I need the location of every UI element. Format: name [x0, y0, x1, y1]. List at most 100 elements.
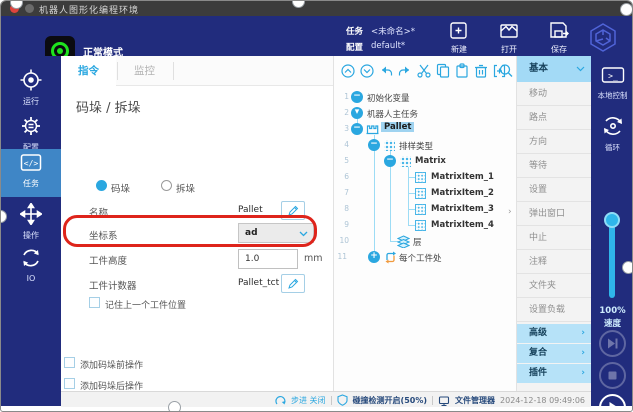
collapse-icon[interactable]: −	[351, 123, 363, 135]
status-time: 2024-12-18 09:49:06	[500, 396, 585, 405]
status-separator	[331, 396, 332, 405]
menu-item-direction[interactable]: 方向	[517, 130, 591, 154]
menu-item-move[interactable]: 移动	[517, 82, 591, 106]
collision-status[interactable]: 碰撞检测开启(50%)	[353, 395, 427, 406]
tree-row[interactable]: 每个工件处	[399, 252, 442, 264]
tree-row[interactable]: 机器人主任务	[367, 108, 418, 120]
tab-instruction[interactable]: 指令	[61, 56, 116, 86]
tree-row[interactable]: MatrixItem_4	[431, 220, 494, 230]
radio-palletize[interactable]	[96, 180, 107, 191]
tree-connector	[408, 167, 409, 225]
workpiece-height-input[interactable]: 1.0	[238, 249, 298, 269]
speed-slider-handle[interactable]	[604, 212, 620, 228]
tree-line-number: 1	[337, 92, 349, 101]
tree-row[interactable]: 初始化变量	[367, 92, 410, 104]
workpiece-height-label: 工件高度	[89, 253, 127, 267]
tree-row[interactable]: Matrix	[415, 156, 446, 166]
task-label: 任务	[346, 27, 363, 37]
radio-palletize-label[interactable]: 码垛	[111, 181, 130, 195]
speed-percent: 100%	[591, 306, 633, 316]
remember-position-label[interactable]: 记住上一个工件位置	[105, 298, 186, 311]
remember-position-checkbox[interactable]	[89, 297, 100, 308]
collapse-icon[interactable]: −	[351, 91, 363, 103]
menu-item-popup[interactable]: 弹出窗口	[517, 202, 591, 226]
chevron-right-icon: ›	[581, 364, 585, 383]
workpiece-counter-label: 工件计数器	[89, 278, 137, 292]
speed-slider-track[interactable]	[609, 216, 615, 298]
menu-group-plugin[interactable]: 插件›	[517, 364, 591, 383]
save-icon	[539, 22, 579, 40]
step-status[interactable]: 步进 关闭	[291, 395, 326, 406]
menu-item-payload[interactable]: 设置负载	[517, 298, 591, 322]
copy-icon	[438, 65, 449, 78]
file-manager-link[interactable]: 文件管理器	[455, 395, 495, 406]
minimize-icon[interactable]	[25, 4, 34, 13]
expand-icon[interactable]: ▾	[351, 107, 363, 119]
tree-row[interactable]: 层	[413, 236, 422, 248]
menu-item-set[interactable]: 设置	[517, 178, 591, 202]
menu-item-abort[interactable]: 中止	[517, 226, 591, 250]
instruction-menu-panel: 基本 移动 路点 方向 等待 设置 弹出窗口 中止 注释 文件夹 设置负载 高级…	[517, 56, 591, 391]
sidebar-item-task[interactable]: </> 任务	[1, 149, 61, 197]
loop-mode-button[interactable]: 循环	[591, 114, 633, 153]
code-window-icon: </>	[20, 153, 42, 173]
io-sync-icon	[20, 247, 42, 269]
tree-row[interactable]: MatrixItem_1	[431, 172, 494, 182]
radio-depalletize[interactable]	[161, 180, 172, 191]
new-button-label: 新建	[439, 44, 479, 55]
pre-operation-checkbox[interactable]	[64, 357, 75, 368]
sidebar-item-operate[interactable]: 操作	[1, 201, 61, 245]
matrix-item-icon	[415, 204, 426, 215]
menu-group-basic[interactable]: 基本	[517, 56, 591, 82]
status-separator	[432, 396, 433, 405]
menu-item-waypoint[interactable]: 路点	[517, 106, 591, 130]
menu-item-folder[interactable]: 文件夹	[517, 274, 591, 298]
collapse-icon[interactable]: −	[384, 155, 396, 167]
save-button[interactable]: 保存	[539, 22, 579, 55]
task-value: <未命名>*	[371, 25, 415, 37]
new-button[interactable]: 新建	[439, 22, 479, 55]
counter-edit-button[interactable]	[281, 274, 305, 293]
open-button[interactable]: 打开	[489, 22, 529, 55]
selection-handle	[620, 3, 633, 16]
tree-row[interactable]: MatrixItem_2	[431, 188, 494, 198]
sidebar-item-run[interactable]: 运行	[1, 67, 61, 111]
local-control-button[interactable]: >_ 本地控制	[591, 66, 633, 101]
sidebar-item-task-label: 任务	[1, 178, 61, 189]
pre-operation-label[interactable]: 添加码垛前操作	[80, 358, 143, 371]
expand-plus-icon[interactable]: +	[368, 251, 380, 263]
terminal-icon: >_	[601, 66, 625, 86]
menu-group-composite[interactable]: 复合›	[517, 344, 591, 363]
tree-toolbar	[341, 63, 513, 79]
matrix-item-icon	[415, 220, 426, 231]
circle-down-icon	[361, 65, 373, 77]
menu-item-comment[interactable]: 注释	[517, 250, 591, 274]
tree-row-selected[interactable]: Pallet	[381, 122, 414, 132]
sidebar-item-run-label: 运行	[1, 96, 61, 107]
sidebar-item-io[interactable]: IO	[1, 245, 61, 289]
delete-trash-icon	[475, 66, 487, 78]
move-arrows-icon	[20, 203, 42, 225]
tree-row[interactable]: MatrixItem_3	[431, 204, 494, 214]
post-operation-checkbox[interactable]	[64, 378, 75, 389]
header: 正常模式 任务 <未命名>* 配置 default* 新建 打开 保存	[1, 16, 633, 56]
panel-collapse-chevron[interactable]: ›	[508, 207, 512, 217]
tab-monitor[interactable]: 监控	[117, 56, 172, 86]
layers-icon	[397, 235, 410, 248]
matrix-icon	[400, 156, 411, 167]
stop-button[interactable]	[599, 362, 626, 389]
menu-group-advanced[interactable]: 高级›	[517, 324, 591, 343]
step-button[interactable]	[599, 330, 626, 357]
name-value: Pallet	[238, 205, 263, 215]
step-forward-icon	[601, 332, 624, 355]
play-button[interactable]	[599, 394, 626, 412]
tree-line-number: 8	[337, 204, 349, 213]
speed-label: 速度	[591, 317, 633, 329]
tab-separator	[117, 62, 118, 80]
local-control-label: 本地控制	[591, 90, 633, 101]
tree-row[interactable]: 排样类型	[399, 140, 433, 152]
menu-item-wait[interactable]: 等待	[517, 154, 591, 178]
collapse-icon[interactable]: −	[368, 139, 380, 151]
selection-handle	[622, 261, 633, 274]
radio-depalletize-label[interactable]: 拆垛	[176, 181, 195, 195]
